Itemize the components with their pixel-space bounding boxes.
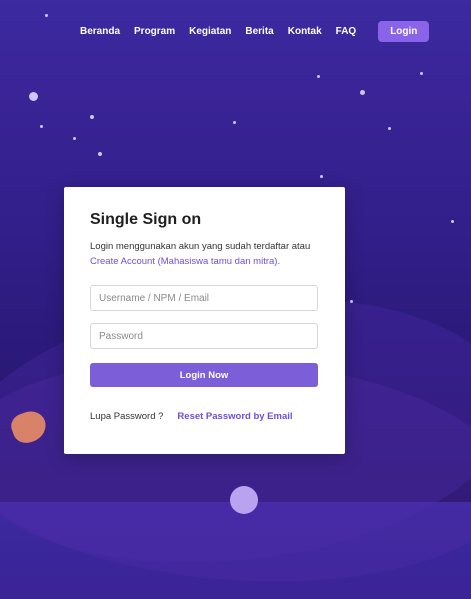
decorative-dot xyxy=(40,125,43,128)
decorative-dot xyxy=(451,220,454,223)
decorative-dot xyxy=(360,90,365,95)
forgot-password-label: Lupa Password ? xyxy=(90,411,164,422)
nav-link-program[interactable]: Program xyxy=(134,26,175,37)
top-navigation: Beranda Program Kegiatan Berita Kontak F… xyxy=(80,20,430,42)
decorative-dot xyxy=(45,14,48,17)
decorative-dot xyxy=(98,152,102,156)
decorative-dot xyxy=(420,72,423,75)
nav-link-faq[interactable]: FAQ xyxy=(336,26,357,37)
decorative-dot xyxy=(29,92,38,101)
decorative-dot xyxy=(317,75,320,78)
nav-link-beranda[interactable]: Beranda xyxy=(80,26,120,37)
decorative-dot xyxy=(73,137,76,140)
sso-login-card: Single Sign on Login menggunakan akun ya… xyxy=(64,187,345,454)
decorative-dot xyxy=(350,300,353,303)
password-input[interactable] xyxy=(90,323,318,349)
login-now-button[interactable]: Login Now xyxy=(90,363,318,387)
forgot-password-row: Lupa Password ? Reset Password by Email xyxy=(90,411,319,422)
create-account-link[interactable]: Create Account (Mahasiswa tamu dan mitra… xyxy=(90,254,319,269)
description-text: Login menggunakan akun yang sudah terdaf… xyxy=(90,241,311,252)
decorative-dot xyxy=(233,121,236,124)
card-description: Login menggunakan akun yang sudah terdaf… xyxy=(90,239,319,269)
decorative-circle xyxy=(230,486,258,514)
username-input[interactable] xyxy=(90,285,318,311)
nav-link-kontak[interactable]: Kontak xyxy=(288,26,322,37)
nav-link-kegiatan[interactable]: Kegiatan xyxy=(189,26,231,37)
decorative-dot xyxy=(90,115,94,119)
decorative-dot xyxy=(388,127,391,130)
reset-password-link[interactable]: Reset Password by Email xyxy=(177,411,292,422)
decorative-dot xyxy=(320,175,323,178)
nav-link-berita[interactable]: Berita xyxy=(245,26,273,37)
card-title: Single Sign on xyxy=(90,211,202,228)
nav-login-button[interactable]: Login xyxy=(378,20,430,42)
